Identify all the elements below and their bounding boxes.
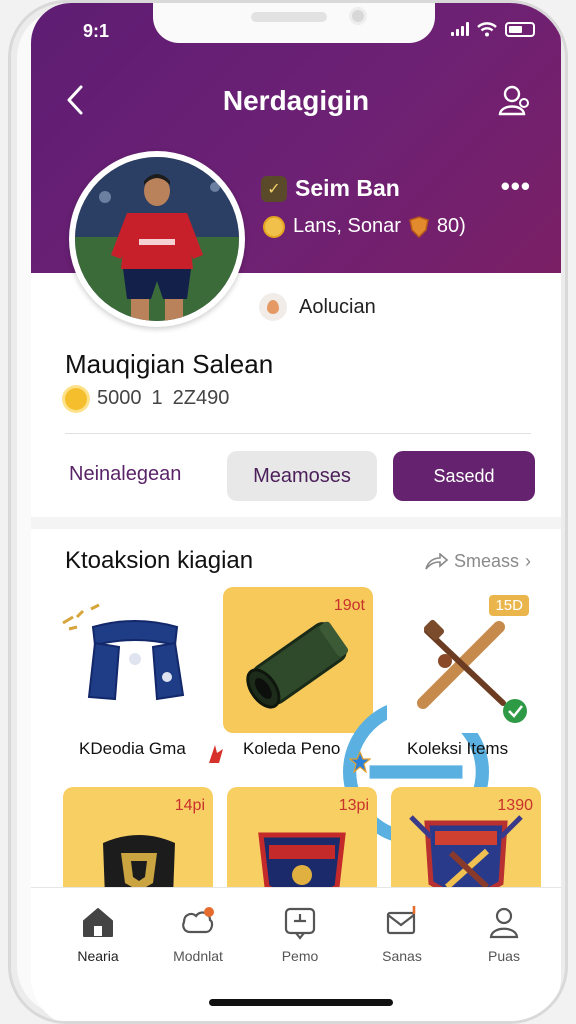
scarf-icon — [62, 603, 185, 701]
see-all-link[interactable]: Smeass › — [424, 551, 531, 572]
item-card-shield[interactable]: 14pi — [63, 787, 213, 897]
tab-third[interactable]: Sasedd — [393, 451, 535, 501]
see-all-label: Smeass — [453, 551, 519, 571]
status-icons — [451, 21, 535, 37]
username: Seim Ban — [295, 175, 400, 201]
coin-icon — [263, 215, 285, 238]
wifi-icon — [477, 22, 497, 37]
divider — [65, 433, 531, 434]
speaker — [251, 12, 327, 22]
notch — [153, 3, 435, 43]
item-price-5: 13pi — [338, 797, 369, 814]
location-icon — [259, 293, 287, 321]
user-settings-icon[interactable] — [497, 83, 531, 117]
item-price-2: 19ot — [333, 597, 365, 614]
section-separator — [31, 517, 561, 529]
item-card-crest-hammer[interactable]: 1390 — [391, 787, 541, 897]
item-card-tube[interactable]: 19ot — [223, 587, 489, 845]
nav-item-store[interactable]: Modnlat — [153, 904, 243, 964]
more-options-icon[interactable]: ••• — [501, 171, 531, 202]
flame-tag-icon — [209, 745, 223, 763]
phone-frame: 9:1 Nerdagigin ✓ Seim Ban ••• Lans, Sona… — [8, 0, 568, 1024]
nav-item-mail[interactable]: Sanas — [357, 904, 447, 964]
player-photo — [75, 157, 239, 321]
signal-icon — [451, 22, 469, 36]
location-text: Aolucian — [299, 295, 376, 318]
sun-icon — [65, 387, 87, 410]
verified-badge-icon: ✓ — [261, 175, 287, 202]
tab-second[interactable]: Meamoses — [227, 451, 377, 501]
chevron-right-icon: › — [525, 551, 531, 571]
home-indicator[interactable] — [209, 999, 393, 1006]
home-icon — [83, 908, 113, 937]
nav-item-tablet[interactable]: Pemo — [255, 904, 345, 964]
meta-row: Lans, Sonar 80) — [263, 215, 466, 238]
nav-label-profile: Puas — [488, 948, 520, 964]
item-card-swords[interactable]: 15D — [387, 587, 537, 733]
tab-bar: Neinalegean Meamoses Sasedd — [65, 451, 535, 501]
mail-icon — [386, 906, 416, 935]
star-tag-icon — [349, 751, 371, 773]
stat-c: 2Z490 — [172, 387, 230, 409]
person-icon — [489, 907, 519, 939]
location-row: Aolucian — [259, 293, 376, 321]
meta-value: 80) — [436, 215, 466, 237]
stat-b: 1 — [151, 387, 163, 409]
nav-label-mail: Sanas — [382, 948, 422, 964]
full-name: Mauqigian Salean — [65, 349, 274, 379]
battery-icon — [505, 21, 535, 37]
item-price-6: 1390 — [497, 797, 533, 814]
stat-a: 5000 — [97, 387, 142, 409]
item-price-4: 14pi — [174, 797, 205, 814]
item-card-crest[interactable]: 13pi — [227, 787, 377, 897]
item-card-scarf[interactable] — [59, 587, 209, 733]
section-title: Ktoaksion kiagian — [65, 547, 254, 574]
share-icon — [425, 552, 448, 570]
status-time: 9:1 — [83, 21, 110, 41]
nav-label-store: Modnlat — [173, 948, 223, 964]
store-icon — [182, 907, 214, 934]
username-row: ✓ Seim Ban — [261, 175, 400, 202]
item-label-3: Koleksi Items — [407, 739, 509, 758]
meta-text: Lans, Sonar — [293, 215, 401, 237]
item-label-2: Koleda Peno — [243, 739, 341, 758]
nav-item-profile[interactable]: Puas — [459, 904, 549, 964]
nav-label-home: Nearia — [77, 948, 119, 964]
nav-item-home[interactable]: Nearia — [53, 904, 143, 964]
shield-icon — [408, 215, 429, 238]
nav-label-tablet: Pemo — [281, 948, 319, 964]
item-price-3: 15D — [489, 595, 529, 616]
page-title: Nerdagigin — [222, 85, 370, 116]
screen: 9:1 Nerdagigin ✓ Seim Ban ••• Lans, Sona… — [31, 3, 561, 1021]
stats-row: 5000 1 2Z490 — [65, 387, 229, 410]
front-camera — [349, 7, 367, 25]
tab-first[interactable]: Neinalegean — [69, 463, 181, 486]
avatar[interactable] — [69, 151, 245, 327]
tablet-icon — [284, 907, 316, 940]
item-label-1: KDeodia Gma — [79, 739, 186, 758]
